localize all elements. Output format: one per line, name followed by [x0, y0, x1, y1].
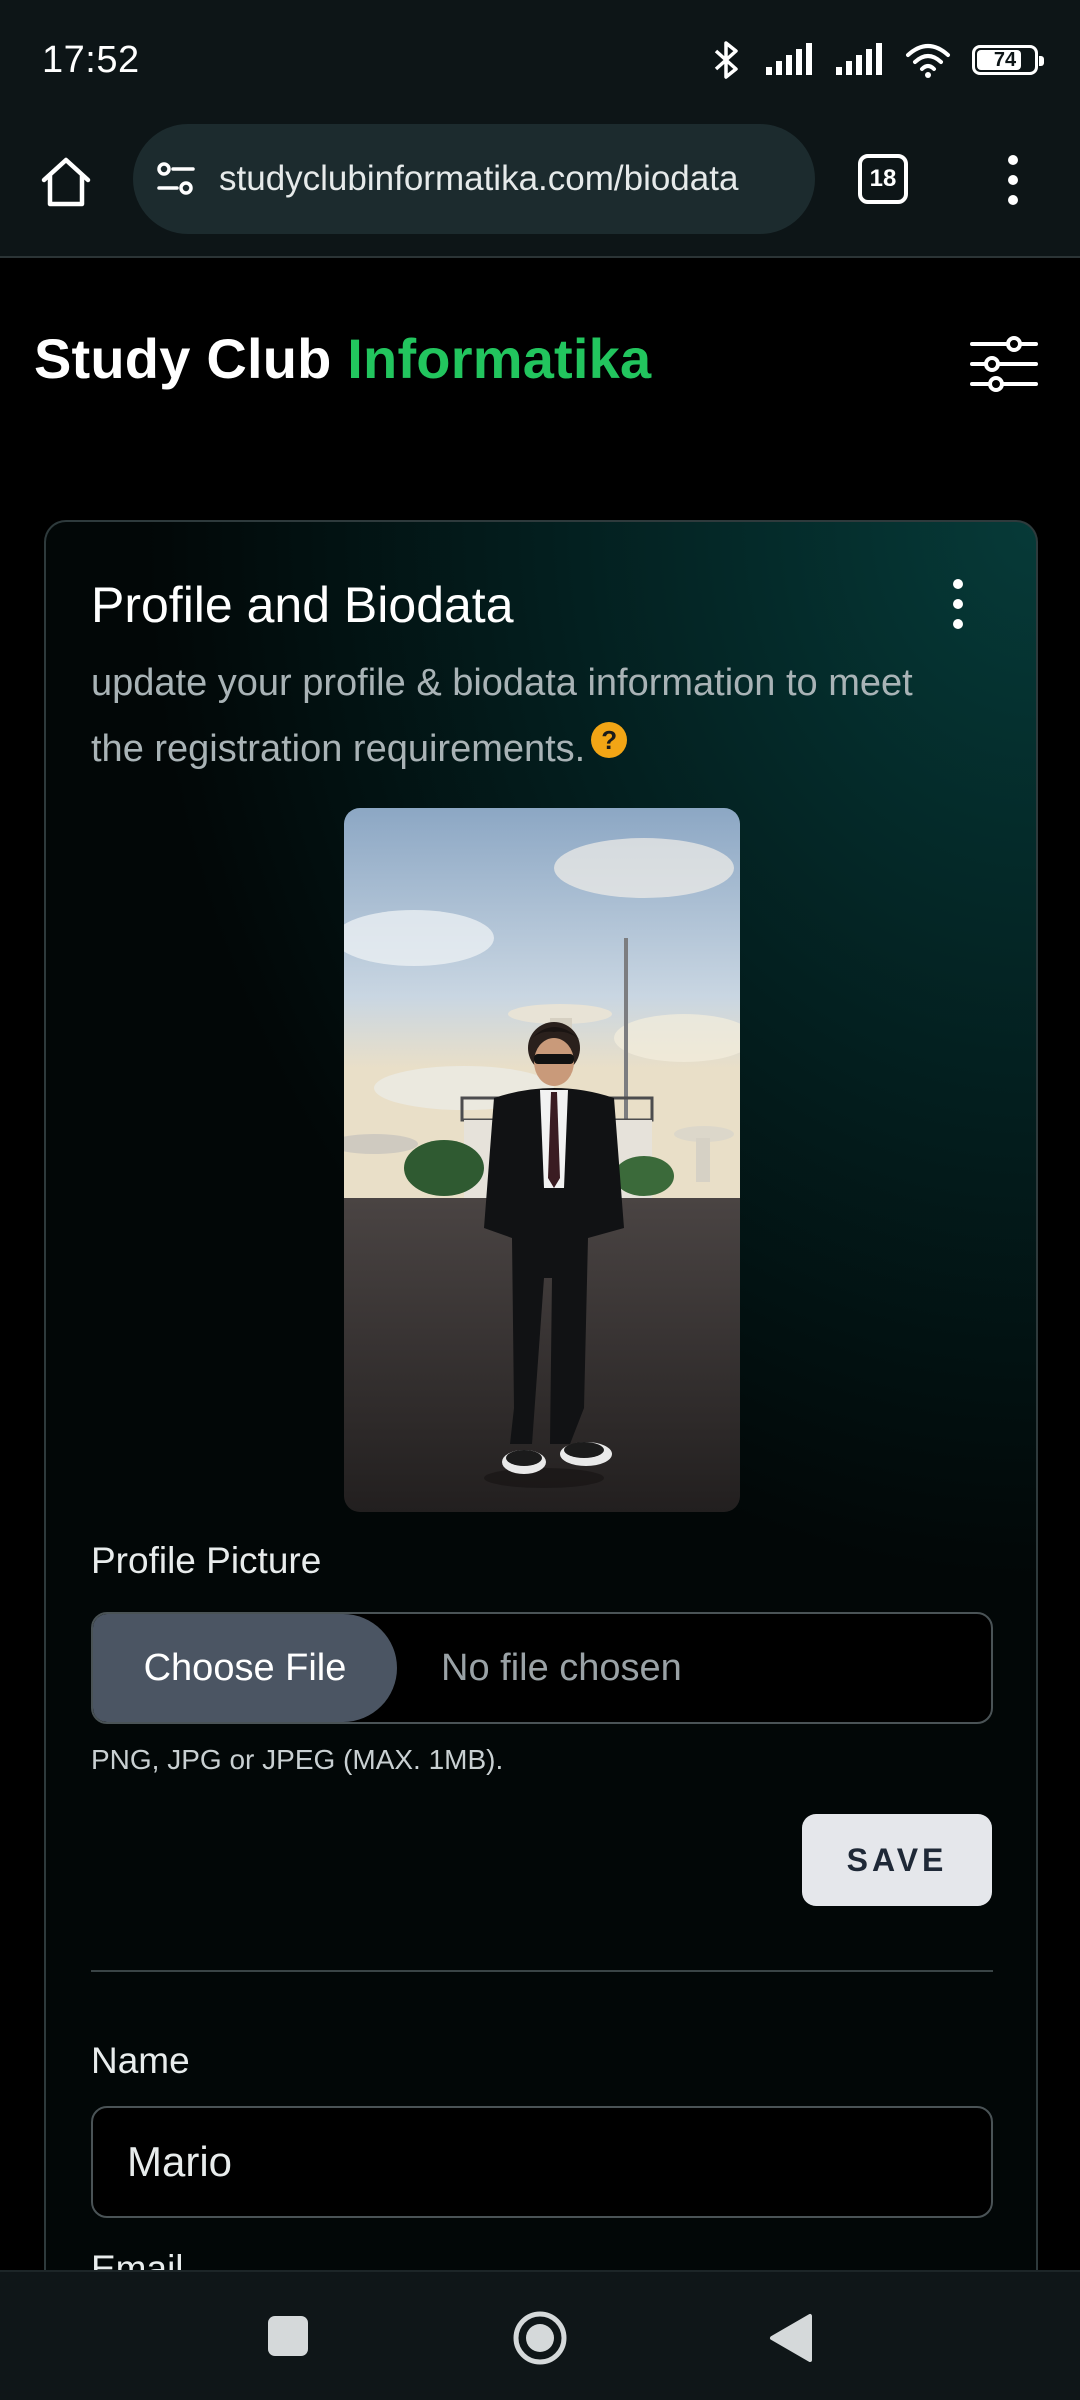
- back-icon[interactable]: [768, 2312, 814, 2364]
- system-nav-bar: [0, 2270, 1080, 2400]
- help-icon[interactable]: ?: [591, 722, 628, 758]
- battery-icon: 74: [972, 45, 1044, 75]
- sliders-icon[interactable]: [970, 334, 1038, 394]
- choose-file-button[interactable]: Choose File: [93, 1614, 397, 1722]
- brand-primary: Study Club: [34, 327, 332, 390]
- brand-logo[interactable]: Study Club Informatika: [34, 326, 651, 391]
- status-icons: 74: [710, 40, 1044, 80]
- home-circle-icon[interactable]: [512, 2310, 568, 2366]
- profile-photo: [344, 808, 740, 1512]
- section-divider: [91, 1970, 993, 1972]
- signal-icon: [766, 43, 812, 75]
- file-status: No file chosen: [441, 1646, 682, 1689]
- tab-count: 18: [869, 165, 897, 192]
- card-title: Profile and Biodata: [91, 577, 514, 633]
- signal-icon: [836, 43, 882, 75]
- wifi-icon: [906, 44, 950, 78]
- more-vert-icon[interactable]: [998, 152, 1028, 208]
- site-header: Study Club Informatika: [0, 258, 1080, 458]
- card-description-text: update your profile & biodata informatio…: [91, 662, 913, 770]
- save-button[interactable]: SAVE: [802, 1814, 992, 1906]
- recents-icon[interactable]: [266, 2314, 310, 2358]
- status-bar: 17:52 74: [0, 0, 1080, 120]
- profile-card: Profile and Biodata update your profile …: [44, 520, 1038, 2280]
- url-text[interactable]: studyclubinformatika.com/biodata: [219, 159, 738, 199]
- battery-level: 74: [993, 48, 1017, 71]
- card-description: update your profile & biodata informatio…: [91, 650, 951, 782]
- bluetooth-icon: [714, 41, 738, 79]
- name-label: Name: [91, 2040, 190, 2081]
- status-time: 17:52: [42, 38, 140, 81]
- name-input[interactable]: Mario: [91, 2106, 993, 2218]
- address-bar[interactable]: studyclubinformatika.com/biodata: [133, 124, 815, 234]
- home-icon[interactable]: [36, 152, 96, 212]
- tabs-icon[interactable]: 18: [858, 154, 908, 204]
- profile-picture-label: Profile Picture: [91, 1540, 322, 1581]
- site-settings-icon[interactable]: [155, 161, 197, 197]
- brand-accent: Informatika: [347, 327, 652, 390]
- card-more-vert-icon[interactable]: [946, 578, 970, 630]
- browser-toolbar: studyclubinformatika.com/biodata 18: [0, 120, 1080, 258]
- file-hint: PNG, JPG or JPEG (MAX. 1MB).: [91, 1744, 504, 1775]
- profile-picture-input[interactable]: Choose File No file chosen: [91, 1612, 993, 1724]
